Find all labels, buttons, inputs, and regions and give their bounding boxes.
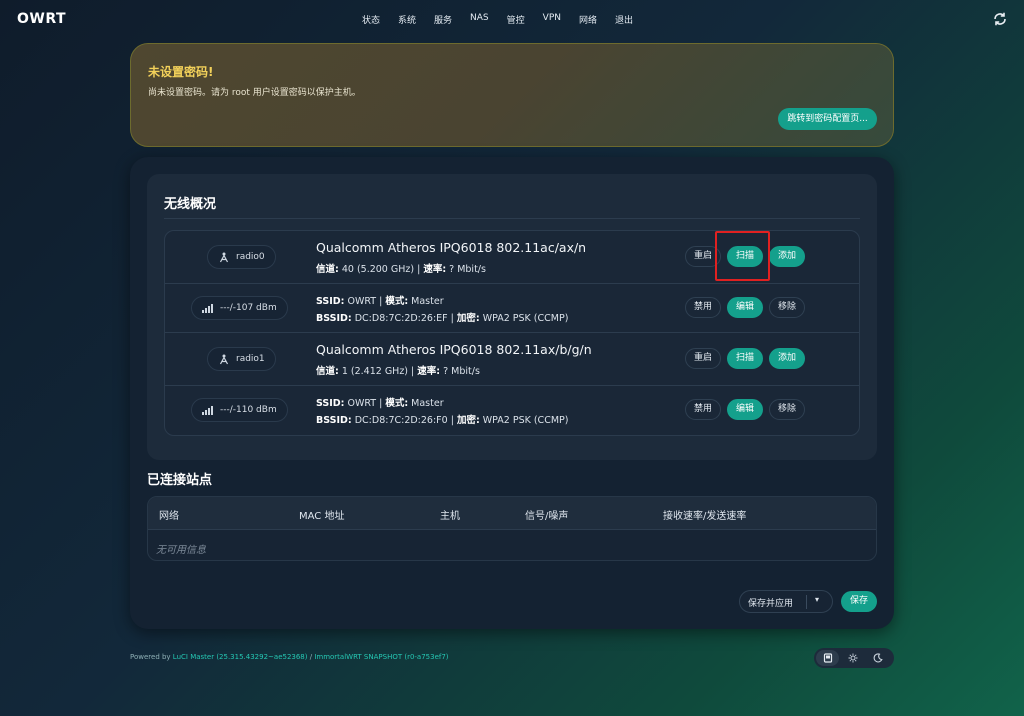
radio-badge: radio0 (207, 245, 276, 269)
save-apply-dropdown[interactable]: 保存并应用 ▾ (739, 590, 833, 613)
column-header: MAC 地址 (299, 511, 345, 522)
empty-message: 无可用信息 (156, 545, 206, 556)
antenna-icon (219, 354, 229, 365)
stations-table-header: 网络 MAC 地址 主机 信号/噪声 接收速率/发送速率 (148, 497, 876, 530)
column-header: 接收速率/发送速率 (663, 511, 747, 522)
disable-button[interactable]: 禁用 (685, 297, 721, 318)
nav-logout[interactable]: 退出 (615, 13, 633, 26)
top-bar: OWRT 状态 系统 服务 NAS 管控 VPN 网络 退出 (0, 0, 1024, 38)
divider (164, 218, 860, 219)
divider (806, 595, 807, 609)
add-button[interactable]: 添加 (769, 246, 805, 267)
nav-services[interactable]: 服务 (434, 13, 452, 26)
stations-table: 网络 MAC 地址 主机 信号/噪声 接收速率/发送速率 无可用信息 (147, 496, 877, 561)
save-apply-label[interactable]: 保存并应用 (748, 596, 793, 609)
nav-network[interactable]: 网络 (579, 13, 597, 26)
remove-button[interactable]: 移除 (769, 399, 805, 420)
network-bssid-info: BSSID: DC:D8:7C:2D:26:EF | 加密: WPA2 PSK … (316, 313, 569, 324)
radio-row: radio1 Qualcomm Atheros IPQ6018 802.11ax… (165, 332, 859, 385)
nav-vpn[interactable]: VPN (543, 13, 561, 26)
goto-password-button[interactable]: 跳转到密码配置页... (778, 108, 877, 130)
firmware-link[interactable]: ImmortalWRT SNAPSHOT (r0-a753ef7) (314, 653, 448, 661)
signal-badge: ---/-107 dBm (191, 296, 288, 320)
scan-highlight-box (715, 231, 770, 281)
restart-button[interactable]: 重启 (685, 348, 721, 369)
column-header: 信号/噪声 (525, 511, 569, 522)
refresh-icon[interactable] (992, 11, 1008, 27)
desktop-icon (823, 653, 832, 663)
network-bssid-info: BSSID: DC:D8:7C:2D:26:F0 | 加密: WPA2 PSK … (316, 415, 569, 426)
antenna-icon (219, 252, 229, 263)
network-row: ---/-110 dBm SSID: OWRT | 模式: Master BSS… (165, 385, 859, 435)
edit-button[interactable]: 编辑 (727, 297, 763, 318)
device-title: Qualcomm Atheros IPQ6018 802.11ac/ax/n (316, 240, 587, 255)
moon-icon (873, 653, 883, 663)
theme-auto-button[interactable] (816, 650, 840, 666)
radio-name: radio0 (236, 252, 265, 262)
main-nav: 状态 系统 服务 NAS 管控 VPN 网络 退出 (362, 13, 651, 26)
network-row: ---/-107 dBm SSID: OWRT | 模式: Master BSS… (165, 283, 859, 332)
password-warning-card: 未设置密码! 尚未设置密码。请为 root 用户设置密码以保护主机。 跳转到密码… (130, 43, 894, 147)
sun-icon (848, 653, 858, 663)
stations-title: 已连接站点 (147, 473, 213, 488)
disable-button[interactable]: 禁用 (685, 399, 721, 420)
warning-title: 未设置密码! (148, 65, 214, 79)
brand-logo[interactable]: OWRT (17, 11, 66, 27)
warning-text: 尚未设置密码。请为 root 用户设置密码以保护主机。 (148, 88, 361, 98)
theme-light-button[interactable] (841, 650, 864, 666)
network-ssid-info: SSID: OWRT | 模式: Master (316, 398, 444, 409)
column-header: 主机 (440, 511, 460, 522)
footer-prefix: Powered by (130, 653, 173, 661)
save-button[interactable]: 保存 (841, 591, 877, 612)
signal-value: ---/-110 dBm (220, 405, 277, 415)
main-card: 无线概况 radio0 Qualcomm Atheros IPQ6018 802… (130, 157, 894, 629)
signal-value: ---/-107 dBm (220, 303, 277, 313)
nav-control[interactable]: 管控 (507, 13, 525, 26)
radio-badge: radio1 (207, 347, 276, 371)
signal-badge: ---/-110 dBm (191, 398, 288, 422)
signal-bars-icon (202, 406, 213, 415)
column-header: 网络 (159, 511, 179, 522)
network-ssid-info: SSID: OWRT | 模式: Master (316, 296, 444, 307)
luci-link[interactable]: LuCI Master (25.315.43292~ae52368) (173, 653, 308, 661)
wireless-overview-title: 无线概况 (164, 197, 217, 212)
nav-nas[interactable]: NAS (470, 13, 489, 26)
add-button[interactable]: 添加 (769, 348, 805, 369)
nav-status[interactable]: 状态 (362, 13, 380, 26)
edit-button[interactable]: 编辑 (727, 399, 763, 420)
device-title: Qualcomm Atheros IPQ6018 802.11ax/b/g/n (316, 342, 592, 357)
wireless-overview-section: 无线概况 radio0 Qualcomm Atheros IPQ6018 802… (147, 174, 877, 460)
nav-system[interactable]: 系统 (398, 13, 416, 26)
radio-name: radio1 (236, 354, 265, 364)
signal-bars-icon (202, 304, 213, 313)
scan-button[interactable]: 扫描 (727, 348, 763, 369)
remove-button[interactable]: 移除 (769, 297, 805, 318)
device-info: 信道: 1 (2.412 GHz) | 速率: ? Mbit/s (316, 366, 480, 377)
device-info: 信道: 40 (5.200 GHz) | 速率: ? Mbit/s (316, 264, 486, 275)
caret-down-icon[interactable]: ▾ (815, 595, 819, 604)
theme-switcher (814, 648, 894, 668)
theme-dark-button[interactable] (867, 650, 890, 666)
footer: Powered by LuCI Master (25.315.43292~ae5… (130, 653, 449, 661)
